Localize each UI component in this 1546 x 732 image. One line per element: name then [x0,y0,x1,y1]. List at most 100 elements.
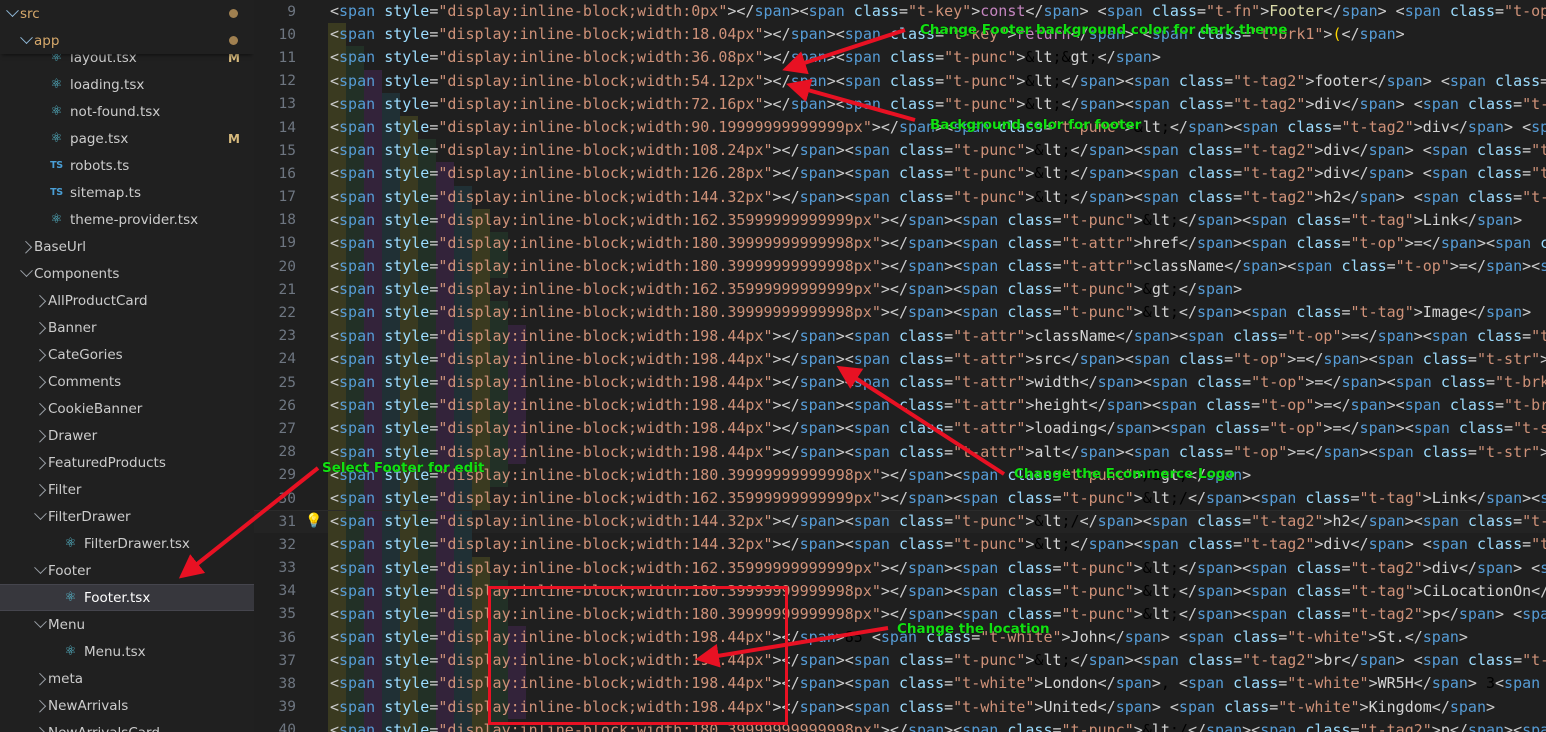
code-line-content[interactable]: <span style="display:inline-block;width:… [328,463,1546,487]
code-line[interactable]: 27 <span style="display:inline-block;widt… [254,417,1546,441]
code-line-content[interactable]: <span style="display:inline-block;width:… [328,347,1546,371]
code-line[interactable]: 26 <span style="display:inline-block;widt… [254,394,1546,418]
chevron-right-icon[interactable] [32,482,48,498]
code-line-content[interactable]: <span style="display:inline-block;width:… [328,695,1546,719]
tree-item-allproductcard[interactable]: AllProductCard [0,287,254,314]
code-line[interactable]: 15 <span style="display:inline-block;widt… [254,139,1546,163]
tree-item-page-tsx[interactable]: ⚛ page.tsx M [0,125,254,152]
lightbulb-icon[interactable]: 💡 [305,513,322,529]
code-line-content[interactable]: <span style="display:inline-block;width:… [328,162,1546,186]
tree-item-newarrivals[interactable]: NewArrivals [0,692,254,719]
code-line[interactable]: 10 <span style="display:inline-block;widt… [254,23,1546,47]
tree-item-categories[interactable]: CateGories [0,341,254,368]
code-line-content[interactable]: <span style="display:inline-block;width:… [328,626,1546,650]
tree-item-banner[interactable]: Banner [0,314,254,341]
tree-item-src[interactable]: src [0,0,254,27]
code-line[interactable]: 9 <span style="display:inline-block;width… [254,0,1546,23]
gutter-decoration[interactable]: 💡 [300,514,328,529]
code-editor[interactable]: 9 <span style="display:inline-block;width… [254,0,1546,732]
chevron-right-icon[interactable] [32,401,48,417]
code-line[interactable]: 11 <span style="display:inline-block;widt… [254,46,1546,70]
tree-item-drawer[interactable]: Drawer [0,422,254,449]
code-line-content[interactable]: <span style="display:inline-block;width:… [328,278,1546,302]
code-line-content[interactable]: <span style="display:inline-block;width:… [328,556,1546,580]
chevron-right-icon[interactable] [32,671,48,687]
code-line[interactable]: 16 <span style="display:inline-block;widt… [254,162,1546,186]
code-line-content[interactable]: <span style="display:inline-block;width:… [328,486,1546,511]
tree-item-featuredproducts[interactable]: FeaturedProducts [0,449,254,476]
code-line[interactable]: 17 <span style="display:inline-block;widt… [254,185,1546,209]
chevron-down-icon[interactable] [4,4,20,22]
code-line[interactable]: 13 <span style="display:inline-block;widt… [254,92,1546,116]
code-line-content[interactable]: <span style="display:inline-block;width:… [328,185,1546,209]
chevron-down-icon[interactable] [18,264,34,282]
code-line[interactable]: 28 <span style="display:inline-block;widt… [254,440,1546,464]
chevron-down-icon[interactable] [32,561,48,579]
tree-item-robots-ts[interactable]: TS robots.ts [0,152,254,179]
file-explorer-sidebar[interactable]: ⚛ layout.tsx M ⚛ loading.tsx ⚛ not-found.tsx ⚛ p… [0,0,254,732]
file-tree[interactable]: ⚛ layout.tsx M ⚛ loading.tsx ⚛ not-found.tsx ⚛ p… [0,0,254,732]
chevron-right-icon[interactable] [32,293,48,309]
chevron-right-icon[interactable] [32,455,48,471]
chevron-right-icon[interactable] [32,698,48,714]
code-lines[interactable]: 9 <span style="display:inline-block;width… [254,0,1546,732]
code-line-content[interactable]: <span style="display:inline-block;width:… [328,0,1546,23]
code-line[interactable]: 22 <span style="display:inline-block;widt… [254,301,1546,325]
code-line-content[interactable]: <span style="display:inline-block;width:… [328,301,1546,325]
code-line-content[interactable]: <span style="display:inline-block;width:… [328,579,1546,603]
chevron-down-icon[interactable] [32,615,48,633]
code-line-content[interactable]: <span style="display:inline-block;width:… [328,231,1546,256]
code-line-content[interactable]: <span style="display:inline-block;width:… [328,23,1546,47]
code-line[interactable]: 29 <span style="display:inline-block;widt… [254,463,1546,487]
code-line-content[interactable]: <span style="display:inline-block;width:… [328,115,1546,140]
code-line-content[interactable]: <span style="display:inline-block;width:… [328,718,1546,732]
tree-item-menu-tsx[interactable]: ⚛ Menu.tsx [0,638,254,665]
code-line[interactable]: 21 <span style="display:inline-block;widt… [254,278,1546,302]
tree-item-app[interactable]: app [0,27,254,54]
tree-item-cookiebanner[interactable]: CookieBanner [0,395,254,422]
tree-item-filterdrawer[interactable]: FilterDrawer [0,503,254,530]
tree-item-theme-provider-tsx[interactable]: ⚛ theme-provider.tsx [0,206,254,233]
tree-item-baseurl[interactable]: BaseUrl [0,233,254,260]
chevron-down-icon[interactable] [32,507,48,525]
code-line[interactable]: 38 <span style="display:inline-block;widt… [254,672,1546,696]
code-line[interactable]: 18 <span style="display:inline-block;widt… [254,208,1546,232]
chevron-down-icon[interactable] [18,31,34,49]
code-line[interactable]: 19 <span style="display:inline-block;widt… [254,231,1546,256]
tree-item-sitemap-ts[interactable]: TS sitemap.ts [0,179,254,206]
code-line[interactable]: 31 💡 <span style="display:inline-block;wid… [254,510,1546,534]
code-line-content[interactable]: <span style="display:inline-block;width:… [328,371,1546,395]
code-line-content[interactable]: <span style="display:inline-block;width:… [328,92,1546,116]
chevron-right-icon[interactable] [32,347,48,363]
code-line-content[interactable]: <span style="display:inline-block;width:… [328,255,1546,279]
code-line-content[interactable]: <span style="display:inline-block;width:… [328,394,1546,418]
code-line-content[interactable]: <span style="display:inline-block;width:… [328,440,1546,464]
tree-item-components[interactable]: Components [0,260,254,287]
code-line-content[interactable]: <span style="display:inline-block;width:… [328,649,1546,673]
chevron-right-icon[interactable] [32,320,48,336]
code-line[interactable]: 30 <span style="display:inline-block;widt… [254,486,1546,511]
tree-item-footer-tsx[interactable]: ⚛ Footer.tsx [0,584,254,611]
code-line[interactable]: 14 <span style="display:inline-block;widt… [254,115,1546,140]
code-line[interactable]: 37 <span style="display:inline-block;widt… [254,649,1546,673]
code-line[interactable]: 40 <span style="display:inline-block;widt… [254,718,1546,732]
code-line-content[interactable]: <span style="display:inline-block;width:… [328,602,1546,627]
code-line[interactable]: 23 <span style="display:inline-block;widt… [254,324,1546,348]
tree-item-loading-tsx[interactable]: ⚛ loading.tsx [0,71,254,98]
code-line[interactable]: 25 <span style="display:inline-block;widt… [254,371,1546,395]
chevron-right-icon[interactable] [18,239,34,255]
code-line[interactable]: 32 <span style="display:inline-block;widt… [254,533,1546,557]
chevron-right-icon[interactable] [32,725,48,732]
code-line[interactable]: 33 <span style="display:inline-block;widt… [254,556,1546,580]
code-line[interactable]: 39 <span style="display:inline-block;widt… [254,695,1546,719]
chevron-right-icon[interactable] [32,374,48,390]
tree-item-footer[interactable]: Footer [0,557,254,584]
code-line-content[interactable]: <span style="display:inline-block;width:… [328,672,1546,696]
code-line[interactable]: 12 <span style="display:inline-block;widt… [254,69,1546,93]
code-line[interactable]: 35 <span style="display:inline-block;widt… [254,602,1546,627]
tree-item-comments[interactable]: Comments [0,368,254,395]
code-line-content[interactable]: <span style="display:inline-block;width:… [328,417,1546,441]
tree-item-not-found-tsx[interactable]: ⚛ not-found.tsx [0,98,254,125]
chevron-right-icon[interactable] [32,428,48,444]
tree-item-meta[interactable]: meta [0,665,254,692]
